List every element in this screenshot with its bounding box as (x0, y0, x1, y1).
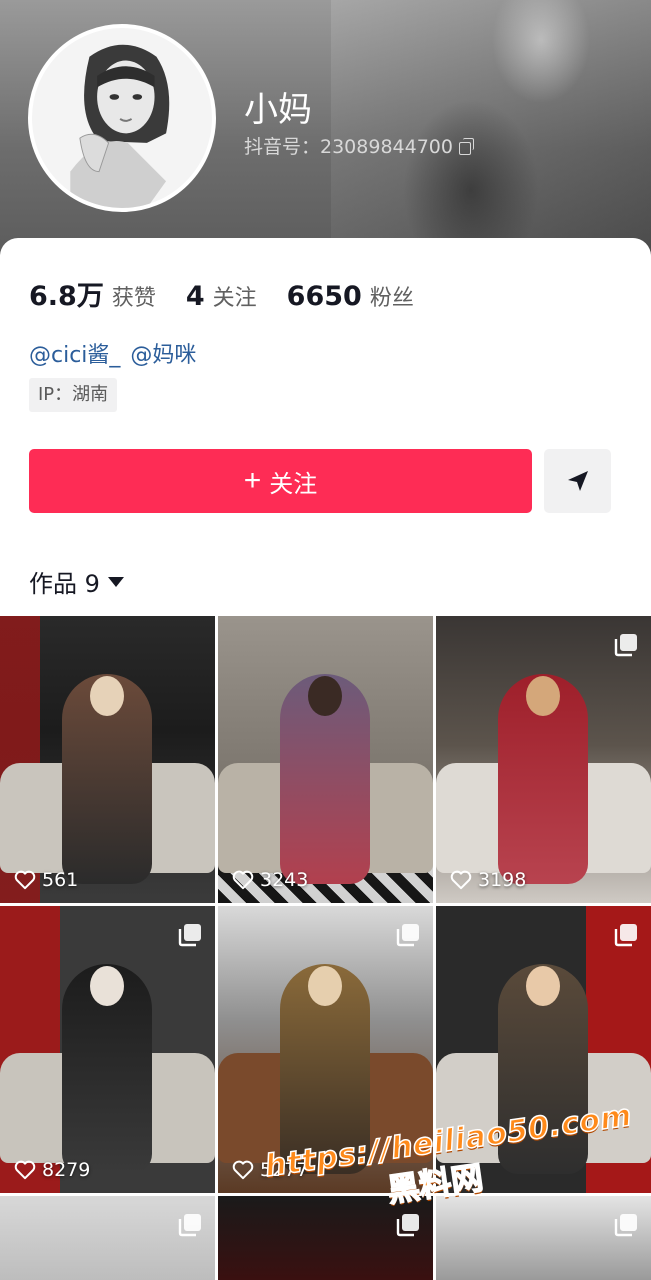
follow-button[interactable]: + 关注 (29, 449, 532, 513)
plus-icon: + (243, 464, 262, 497)
thumbnail-image (436, 1196, 651, 1280)
douyin-id: 抖音号：23089844700 (244, 132, 475, 159)
like-count: 3198 (450, 869, 526, 891)
thumbnail-head (526, 966, 560, 1006)
follow-button-label: 关注 (269, 470, 318, 498)
stat-value: 4 (185, 281, 205, 312)
multi-image-icon (614, 924, 637, 947)
like-count-text: 8279 (42, 1159, 91, 1181)
thumbnail-image (0, 1196, 215, 1280)
like-count-text: 3243 (260, 869, 309, 891)
video-thumbnail[interactable] (0, 1196, 215, 1280)
video-thumbnail[interactable]: 5277 (218, 906, 433, 1193)
like-count-text: 5277 (260, 1159, 309, 1181)
stat-label: 获赞 (111, 286, 156, 311)
tab-works[interactable]: 作品 9 (29, 564, 124, 599)
thumbnail-head (308, 966, 342, 1006)
like-count: 8279 (14, 1159, 90, 1181)
douyin-id-text: 抖音号：23089844700 (244, 136, 453, 158)
profile-stats: 6.8万 获赞 4 关注 6650 粉丝 (29, 274, 414, 313)
multi-image-icon (396, 924, 419, 947)
avatar-portrait-image (32, 28, 212, 208)
heart-icon (232, 870, 254, 890)
ip-location-tag: IP：湖南 (29, 378, 118, 412)
multi-image-icon (178, 1214, 201, 1237)
thumbnail-head (90, 676, 124, 716)
stat-likes[interactable]: 6.8万 获赞 (29, 274, 156, 313)
like-count: 5277 (232, 1159, 308, 1181)
thumbnail-head (526, 676, 560, 716)
share-button[interactable] (544, 449, 611, 513)
heart-icon (450, 870, 472, 890)
avatar[interactable] (28, 24, 216, 212)
stat-following[interactable]: 4 关注 (186, 280, 257, 312)
video-thumbnail[interactable]: 3243 (218, 616, 433, 903)
heart-icon (14, 870, 36, 890)
thumbnail-head (90, 966, 124, 1006)
stat-followers[interactable]: 6650 粉丝 (287, 280, 414, 312)
copy-icon[interactable] (458, 137, 475, 155)
caret-down-icon (107, 576, 124, 587)
video-thumbnail[interactable]: 8279 (0, 906, 215, 1193)
like-count-text: 3198 (478, 869, 527, 891)
multi-image-icon (614, 1214, 637, 1237)
multi-image-icon (396, 1214, 419, 1237)
thumbnail-image (218, 1196, 433, 1280)
stat-label: 粉丝 (369, 286, 414, 311)
video-thumbnail[interactable] (436, 906, 651, 1193)
send-arrow-icon (567, 471, 588, 491)
heart-icon (14, 1160, 36, 1180)
video-thumbnail[interactable]: 561 (0, 616, 215, 903)
profile-header: 小妈 抖音号：23089844700 (0, 0, 651, 270)
video-grid: 561 3243 3198 8279 5277 (0, 616, 651, 1280)
like-count: 3243 (232, 869, 308, 891)
like-count: 561 (14, 869, 78, 891)
nickname: 小妈 (244, 90, 312, 130)
stat-value: 6.8万 (29, 281, 104, 312)
stat-label: 关注 (212, 286, 257, 311)
multi-image-icon (614, 634, 637, 657)
thumbnail-head (308, 676, 342, 716)
mention-link[interactable]: @妈咪 (130, 337, 196, 369)
video-thumbnail[interactable] (218, 1196, 433, 1280)
multi-image-icon (178, 924, 201, 947)
mention-link[interactable]: @cici酱_ (29, 337, 120, 369)
like-count-text: 561 (42, 869, 79, 891)
heart-icon (232, 1160, 254, 1180)
bio-mentions: @cici酱_ @妈咪 (29, 337, 196, 369)
stat-value: 6650 (286, 281, 362, 312)
tab-works-label: 作品 9 (29, 570, 100, 598)
video-thumbnail[interactable] (436, 1196, 651, 1280)
profile-card: 6.8万 获赞 4 关注 6650 粉丝 @cici酱_ @妈咪 IP：湖南 +… (0, 238, 651, 618)
video-thumbnail[interactable]: 3198 (436, 616, 651, 903)
